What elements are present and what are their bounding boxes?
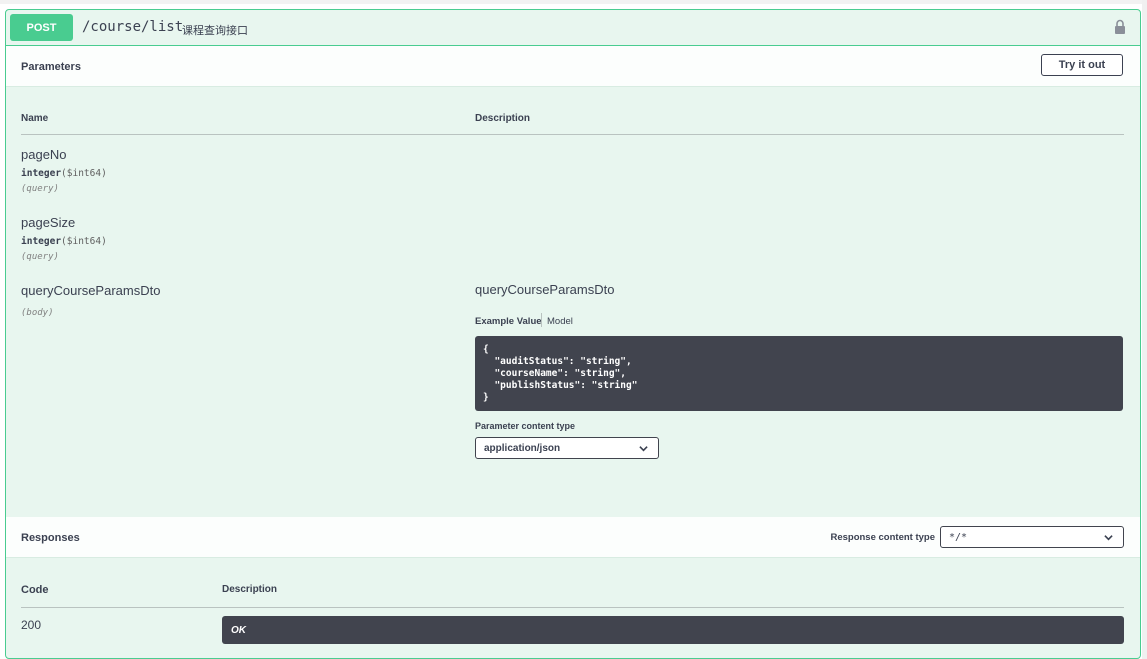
column-header-name: Name [21, 113, 49, 124]
param-in-pageSize: (query) [21, 252, 59, 262]
parameters-header-divider [21, 134, 1124, 135]
response-description-text: OK [231, 624, 246, 636]
operation-block-post: POST /course/list 课程查询接口 Parameters Try … [5, 9, 1141, 659]
tab-example-value[interactable]: Example Value [475, 316, 542, 327]
try-it-out-button[interactable]: Try it out [1041, 54, 1123, 76]
operation-summary-text: 课程查询接口 [182, 24, 248, 37]
param-format-label: ($int64) [61, 236, 107, 247]
response-description-box: OK [222, 616, 1124, 644]
example-value-code[interactable]: { "auditStatus": "string", "courseName":… [475, 336, 1123, 411]
parameter-content-type-label: Parameter content type [475, 421, 576, 431]
parameter-content-type-value: application/json [484, 442, 561, 454]
top-divider [0, 0, 1147, 4]
tab-model[interactable]: Model [547, 316, 573, 327]
response-content-type-label: Response content type [830, 532, 935, 543]
param-name-pageSize: pageSize [21, 215, 76, 230]
column-header-response-description: Description [222, 584, 278, 595]
response-content-type-value: */* [949, 531, 968, 543]
param-in-body: (body) [21, 308, 54, 318]
responses-title: Responses [21, 532, 80, 544]
operation-path: /course/list [82, 19, 184, 35]
response-code-200: 200 [21, 618, 42, 632]
param-name-pageNo: pageNo [21, 147, 67, 162]
param-type-label: integer [21, 236, 62, 247]
param-type-pageSize: integer($int64) [21, 236, 107, 247]
param-type-pageNo: integer($int64) [21, 168, 107, 179]
chevron-down-icon [639, 446, 648, 452]
column-header-description: Description [475, 113, 531, 124]
param-format-label: ($int64) [61, 168, 107, 179]
lock-icon[interactable] [1114, 19, 1126, 35]
responses-header-divider [21, 607, 1124, 608]
param-name-body: queryCourseParamsDto [21, 283, 161, 298]
param-in-pageNo: (query) [21, 184, 59, 194]
column-header-code: Code [21, 584, 49, 596]
parameters-header: Parameters Try it out [6, 46, 1140, 87]
operation-summary[interactable]: POST /course/list 课程查询接口 [6, 10, 1140, 46]
chevron-down-icon [1104, 535, 1113, 541]
tab-separator [541, 313, 542, 327]
parameters-title: Parameters [21, 61, 81, 73]
param-type-label: integer [21, 168, 62, 179]
body-schema-title: queryCourseParamsDto [475, 282, 615, 297]
example-json: { "auditStatus": "string", "courseName":… [483, 344, 638, 403]
method-badge: POST [10, 14, 73, 41]
scrollbar[interactable] [1142, 0, 1147, 659]
parameter-content-type-select[interactable]: application/json [475, 437, 659, 459]
response-content-type-select[interactable]: */* [940, 526, 1124, 548]
